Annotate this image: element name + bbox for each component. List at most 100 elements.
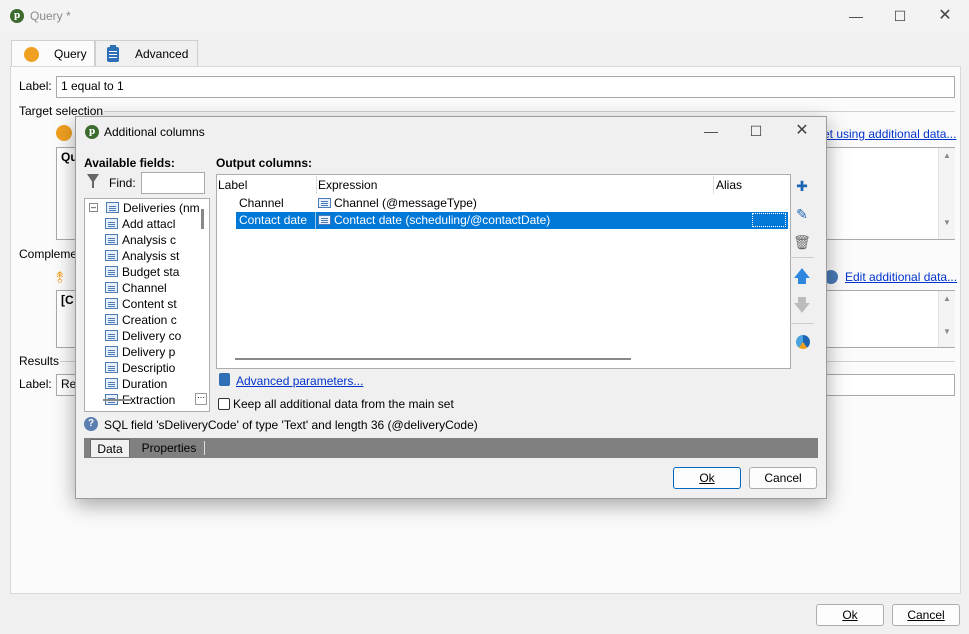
alias-cell-focus[interactable] <box>752 213 786 227</box>
tree-field-item[interactable]: Budget sta <box>105 264 180 280</box>
detail-tabs-bar: Data Properties <box>84 438 818 458</box>
field-icon <box>105 314 118 325</box>
tree-field-item[interactable]: Analysis st <box>105 248 180 264</box>
output-row[interactable]: Channel Channel (@messageType) <box>236 195 788 212</box>
dialog-ok-label: Ok <box>699 471 715 485</box>
tree-scroll-thumb[interactable] <box>201 209 204 229</box>
expression-icon <box>318 215 331 225</box>
output-row-selected[interactable]: Contact date Contact date (scheduling/@c… <box>236 212 788 229</box>
complement-link[interactable]: Edit additional data... <box>845 270 957 284</box>
label-field-label: Label: <box>19 79 52 93</box>
tab-properties-label: Properties <box>141 441 197 455</box>
row-expression-text: Channel (@messageType) <box>334 196 477 210</box>
row-label: Channel <box>239 196 284 210</box>
tree-field-item[interactable]: Add attacl <box>105 216 176 232</box>
column-header-label[interactable]: Label <box>217 177 317 193</box>
header-expression-text: Expression <box>318 178 378 192</box>
edit-column-icon[interactable]: ✎ <box>793 205 811 223</box>
maximize-icon[interactable]: ☐ <box>885 4 915 28</box>
tool-divider <box>790 257 814 258</box>
tab-query[interactable]: Query <box>11 40 95 67</box>
collapse-icon[interactable]: – <box>89 203 98 212</box>
field-icon <box>105 330 118 341</box>
field-icon <box>105 362 118 373</box>
header-label-text: Label <box>218 178 248 192</box>
column-header-expression[interactable]: Expression <box>318 177 713 193</box>
tree-hscroll-thumb[interactable] <box>103 399 131 401</box>
window-title: Query * <box>30 9 71 23</box>
minimize-icon[interactable]: — <box>841 4 871 28</box>
field-icon <box>105 282 118 293</box>
tree-field-label: Analysis st <box>122 249 180 263</box>
field-icon <box>105 234 118 245</box>
row-label: Contact date <box>239 213 308 227</box>
grid-hscroll-thumb[interactable] <box>235 358 631 360</box>
target-link[interactable]: et using additional data... <box>823 127 956 141</box>
tab-data-label: Data <box>97 442 123 456</box>
tool-divider <box>790 323 814 324</box>
dialog-maximize-icon[interactable]: ☐ <box>741 119 771 143</box>
dialog-close-icon[interactable]: ✕ <box>787 119 817 143</box>
main-ok-button[interactable]: Ok <box>816 604 884 626</box>
tree-field-item[interactable]: Content st <box>105 296 177 312</box>
dialog-minimize-icon[interactable]: — <box>696 119 726 143</box>
keep-data-checkbox[interactable] <box>218 398 230 410</box>
distribution-icon[interactable] <box>796 335 810 349</box>
more-icon[interactable]: ⋯ <box>195 393 207 405</box>
output-columns-title: Output columns: <box>216 156 312 170</box>
tree-field-item[interactable]: Delivery p <box>105 344 175 360</box>
tree-field-label: Delivery co <box>122 329 182 343</box>
app-logo-icon: p <box>10 9 24 23</box>
tree-field-item[interactable]: Analysis c <box>105 232 176 248</box>
tree-root-label: Deliveries (nm <box>123 201 200 215</box>
complement-scrollbar[interactable]: ▲ ▼ <box>938 291 955 347</box>
field-icon <box>105 378 118 389</box>
output-columns-grid[interactable]: Label Expression Alias Channel Channel (… <box>216 174 791 369</box>
close-icon[interactable]: ✕ <box>930 4 960 28</box>
header-divider[interactable] <box>316 176 317 194</box>
move-down-icon[interactable]: 🡇 <box>793 297 811 315</box>
tree-root[interactable]: Deliveries (nm <box>106 200 200 216</box>
row-expression: Contact date (scheduling/@contactDate) <box>318 212 550 229</box>
add-column-icon[interactable]: ✚ <box>793 177 811 195</box>
main-cancel-button[interactable]: Cancel <box>892 604 960 626</box>
target-orange-icon <box>56 125 72 141</box>
dialog-cancel-label: Cancel <box>764 471 802 485</box>
field-info-text: SQL field 'sDeliveryCode' of type 'Text'… <box>104 418 478 432</box>
cell-divider <box>315 212 316 229</box>
column-header-alias[interactable]: Alias <box>716 177 786 193</box>
tree-field-item[interactable]: Descriptio <box>105 360 175 376</box>
tree-field-label: Budget sta <box>122 265 180 279</box>
tree-field-item[interactable]: Duration <box>105 376 167 392</box>
dialog-cancel-button[interactable]: Cancel <box>749 467 817 489</box>
fields-tree[interactable]: – Deliveries (nm Add attacl Analysis c Ana… <box>84 198 210 412</box>
label-input[interactable]: 1 equal to 1 <box>56 76 955 98</box>
tree-field-label: Content st <box>122 297 177 311</box>
query-orange-icon <box>24 47 39 62</box>
additional-columns-dialog: p Additional columns — ☐ ✕ Available fie… <box>75 116 827 499</box>
delete-icon[interactable]: 🗑 <box>793 233 811 251</box>
tree-field-item[interactable]: Delivery co <box>105 328 182 344</box>
header-alias-text: Alias <box>716 178 743 192</box>
find-input[interactable] <box>141 172 205 194</box>
header-divider[interactable] <box>713 176 714 194</box>
tree-field-label: Channel <box>122 281 167 295</box>
tab-query-label: Query <box>54 47 87 61</box>
advanced-parameters-link[interactable]: Advanced parameters... <box>236 374 363 388</box>
complement-title: Compleme <box>19 247 78 261</box>
share-icon: ⥉ <box>56 270 64 287</box>
ok-label: Ok <box>842 608 858 622</box>
tab-advanced[interactable]: Advanced <box>95 40 198 66</box>
tree-field-label: Add attacl <box>122 217 176 231</box>
row-expression-text: Contact date (scheduling/@contactDate) <box>334 213 551 227</box>
tree-field-item[interactable]: Creation c <box>105 312 177 328</box>
help-icon: ? <box>84 417 98 431</box>
tab-data[interactable]: Data <box>90 439 130 457</box>
dialog-ok-button[interactable]: Ok <box>673 467 741 489</box>
tab-properties[interactable]: Properties <box>136 439 202 457</box>
window-titlebar: p Query * — ☐ ✕ <box>0 0 969 32</box>
move-up-icon[interactable]: 🡅 <box>793 268 811 286</box>
target-scrollbar[interactable]: ▲ ▼ <box>938 148 955 239</box>
available-fields-title: Available fields: <box>84 156 175 170</box>
tree-field-item[interactable]: Channel <box>105 280 167 296</box>
